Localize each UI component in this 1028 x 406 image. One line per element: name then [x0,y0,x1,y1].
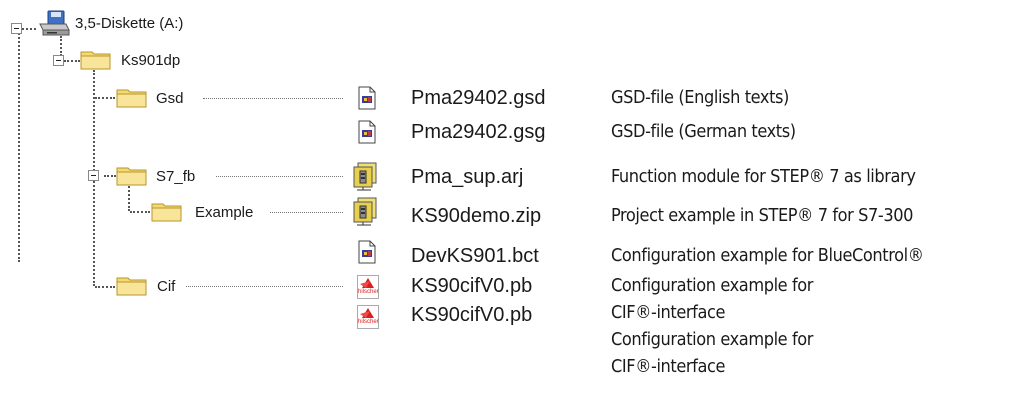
drive-label: 3,5-Diskette (A:) [75,15,184,32]
file-description: Configuration example for BlueControl® [611,245,924,266]
tree-line [104,175,116,177]
leader-line [216,176,343,177]
file-description: GSD-file (English texts) [611,87,789,108]
file-description: Function module for STEP® 7 as library [611,166,916,187]
file-name[interactable]: DevKS901.bct [411,244,539,268]
tree-line [22,28,36,30]
leader-line [203,98,343,99]
document-icon [358,240,376,264]
leader-line [186,286,343,287]
floppy-drive-icon [39,10,70,36]
collapse-toggle-s7fb[interactable] [88,170,99,181]
folder-icon [151,203,182,222]
file-description: Project example in STEP® 7 for S7-300 [611,205,914,226]
file-name[interactable]: KS90cifV0.pb [411,274,532,298]
file-description: GSD-file (German texts) [611,121,796,142]
tree-node-ks901dp[interactable]: Ks901dp [80,48,220,72]
folder-label: S7_fb [156,168,196,185]
collapse-toggle-ks901dp[interactable] [53,55,64,66]
folder-label: Cif [157,278,176,295]
archive-icon [353,197,377,226]
archive-icon [353,162,377,191]
folder-label: Example [195,204,254,221]
tree-line [95,97,115,99]
document-icon [358,86,376,110]
tree-line [130,211,150,213]
file-name[interactable]: KS90demo.zip [411,204,541,228]
folder-icon [80,51,111,70]
collapse-toggle-drive[interactable] [11,23,22,34]
tree-line [95,286,115,288]
document-icon [358,120,376,144]
hilscher-brand-text: hilscher [358,289,379,295]
hilscher-icon: hilscher [357,305,379,329]
file-description: CIF®-interface [611,356,726,377]
leader-line [270,212,343,213]
file-description: Configuration example for [611,275,814,296]
hilscher-icon: hilscher [357,275,379,299]
folder-icon [116,277,147,296]
file-name[interactable]: Pma29402.gsd [411,86,546,110]
file-description: Configuration example for [611,329,814,350]
file-name[interactable]: Pma_sup.arj [411,165,523,189]
folder-label: Gsd [156,90,184,107]
tree-line [60,36,62,56]
file-description: CIF®-interface [611,302,726,323]
tree-node-drive[interactable]: 3,5-Diskette (A:) [38,10,238,36]
folder-icon [116,89,147,108]
hilscher-brand-text: hilscher [358,319,379,325]
file-name[interactable]: Pma29402.gsg [411,120,546,144]
tree-line [18,30,20,262]
file-name[interactable]: KS90cifV0.pb [411,303,532,327]
folder-label: Ks901dp [121,52,181,69]
folder-icon [116,167,147,186]
tree-line [64,60,80,62]
